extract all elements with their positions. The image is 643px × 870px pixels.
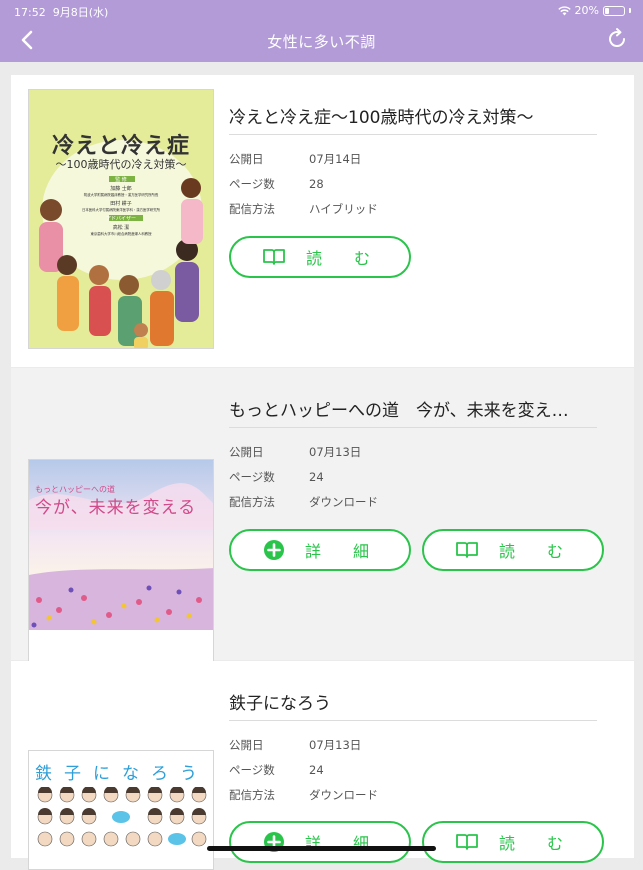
read-button[interactable]: 読 む xyxy=(422,529,604,571)
book-title[interactable]: もっとハッピーへの道 今が、未来を変え… xyxy=(229,396,599,421)
status-right: 20% xyxy=(557,4,631,17)
book-cover[interactable]: 鉄子になろう xyxy=(28,750,214,870)
home-indicator[interactable] xyxy=(207,846,436,851)
refresh-icon[interactable] xyxy=(605,27,629,51)
book-card: 冷えと冷え症 〜100歳時代の冷え対策〜 監 修 加藤 士郎 筑波大学附属病院臨… xyxy=(11,75,634,367)
book-title[interactable]: 冷えと冷え症〜100歳時代の冷え対策〜 xyxy=(229,103,599,128)
header-bar: 17:52 9月8日(水) 20% 女性に多い不調 xyxy=(0,0,643,62)
status-time: 17:52 9月8日(水) xyxy=(14,6,109,19)
title-divider xyxy=(229,720,597,721)
book-card: 鉄子になろう 鉄子になろう 公開日 07月13日 ページ数 24 配信方法 ダウンロー… xyxy=(11,661,634,870)
cover-title: 今が、未来を変える xyxy=(35,498,197,518)
read-button-label: 読 む xyxy=(305,249,378,268)
title-divider xyxy=(229,134,597,135)
book-title[interactable]: 鉄子になろう xyxy=(229,689,599,714)
cover-supervisor-1-org: 筑波大学附属病院臨床教授・漢方医学研究所所長 xyxy=(83,193,159,197)
meta-pages: ページ数 24 xyxy=(229,763,324,777)
cover-supervisor-2: 田村 耕子 xyxy=(110,201,132,207)
cover-subtitle: 〜100歳時代の冷え対策〜 xyxy=(55,158,187,171)
book-cover[interactable]: 冷えと冷え症 〜100歳時代の冷え対策〜 監 修 加藤 士郎 筑波大学附属病院臨… xyxy=(28,89,214,349)
read-button[interactable]: 読 む xyxy=(422,821,604,863)
meta-published: 公開日 07月14日 xyxy=(229,152,362,166)
page-title: 女性に多い不調 xyxy=(267,33,376,51)
meta-published: 公開日 07月13日 xyxy=(229,445,362,459)
cover-adviser: 高松 潔 xyxy=(112,225,130,231)
read-button-label: 読 む xyxy=(498,542,571,561)
cover-adviser-tag: アドバイザー xyxy=(105,216,136,222)
read-button-label: 読 む xyxy=(498,834,571,853)
cover-supervisor-tag: 監 修 xyxy=(115,177,127,183)
cover-title: 鉄子になろう xyxy=(35,764,209,784)
book-card: もっとハッピーへの道 今が、未来を変える もっとハッピーへの道 今が、未来を変え… xyxy=(11,368,634,719)
read-button[interactable]: 読 む xyxy=(229,236,411,278)
cover-adviser-org: 東京歯科大学市川総合病院産婦人科教授 xyxy=(90,232,152,236)
meta-delivery: 配信方法 ハイブリッド xyxy=(229,202,378,216)
book-icon xyxy=(456,542,478,558)
detail-button-label: 詳 細 xyxy=(304,542,377,561)
cover-supervisor-1: 加藤 士郎 xyxy=(110,186,132,192)
title-divider xyxy=(229,427,597,428)
battery-icon xyxy=(603,5,625,16)
meta-delivery: 配信方法 ダウンロード xyxy=(229,788,378,802)
detail-button[interactable]: 詳 細 xyxy=(229,529,411,571)
book-icon xyxy=(263,249,285,265)
meta-pages: ページ数 28 xyxy=(229,177,324,191)
meta-published: 公開日 07月13日 xyxy=(229,738,362,752)
plus-circle-icon xyxy=(263,540,284,560)
detail-button[interactable]: 詳 細 xyxy=(229,821,411,863)
wifi-icon xyxy=(557,5,571,15)
meta-pages: ページ数 24 xyxy=(229,470,324,484)
meta-delivery: 配信方法 ダウンロード xyxy=(229,495,378,509)
cover-supervisor-2-org: 日本医科大学付属病院東洋医学科・漢方医学研究所 xyxy=(82,208,160,212)
book-icon xyxy=(456,834,478,850)
battery-percent: 20% xyxy=(574,4,599,17)
status-date: 9月8日(水) xyxy=(52,6,109,19)
